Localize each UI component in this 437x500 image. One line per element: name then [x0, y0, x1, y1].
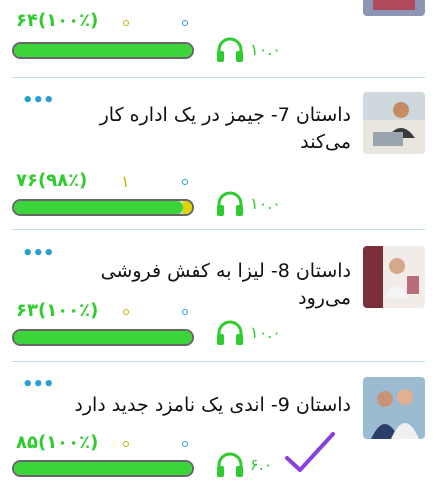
- progress-bar: [12, 460, 194, 477]
- score-label: ۶۳(۱۰۰٪): [16, 300, 99, 321]
- progress-bar: [12, 199, 194, 216]
- score-label: ۷۶(۹۸٪): [16, 170, 88, 191]
- progress-fill: [14, 201, 184, 214]
- star-count: ۱: [121, 172, 130, 191]
- item-thumbnail: [363, 377, 425, 439]
- score-label: ۶۴(۱۰۰٪): [16, 10, 99, 31]
- headphones-icon[interactable]: [216, 191, 244, 217]
- headphones-icon[interactable]: [216, 452, 244, 478]
- divider: [12, 229, 425, 230]
- divider: [12, 77, 425, 78]
- headphones-icon[interactable]: [216, 320, 244, 346]
- item-thumbnail: [363, 0, 425, 16]
- item-thumbnail: [363, 92, 425, 154]
- progress-fill: [14, 44, 192, 57]
- status-dot: [182, 179, 188, 185]
- progress-bar: [12, 42, 194, 59]
- progress-bar: [12, 329, 194, 346]
- duration-label: ۱۰.۰: [250, 323, 281, 342]
- more-dots-icon[interactable]: •••: [22, 92, 55, 110]
- star-dot: [123, 441, 129, 447]
- headphones-icon[interactable]: [216, 37, 244, 63]
- item-thumbnail: [363, 246, 425, 308]
- status-dot: [182, 309, 188, 315]
- item-title[interactable]: داستان 7- جیمز در یک اداره کار می‌کند: [61, 102, 351, 156]
- checkmark-icon: [285, 432, 335, 472]
- star-dot: [123, 20, 129, 26]
- status-dot: [182, 441, 188, 447]
- progress-fill: [14, 331, 192, 344]
- more-dots-icon[interactable]: •••: [22, 376, 55, 394]
- item-title[interactable]: داستان 8- لیزا به کفش فروشی می‌رود: [61, 258, 351, 312]
- duration-label: ۶.۰: [250, 455, 273, 474]
- duration-label: ۱۰.۰: [250, 194, 281, 213]
- more-dots-icon[interactable]: •••: [22, 245, 55, 263]
- item-title[interactable]: داستان 9- اندی یک نامزد جدید دارد: [61, 392, 351, 419]
- duration-label: ۱۰.۰: [250, 40, 281, 59]
- status-dot: [182, 20, 188, 26]
- score-label: ۸۵(۱۰۰٪): [16, 432, 99, 453]
- star-dot: [123, 309, 129, 315]
- divider: [12, 361, 425, 362]
- progress-fill: [14, 462, 192, 475]
